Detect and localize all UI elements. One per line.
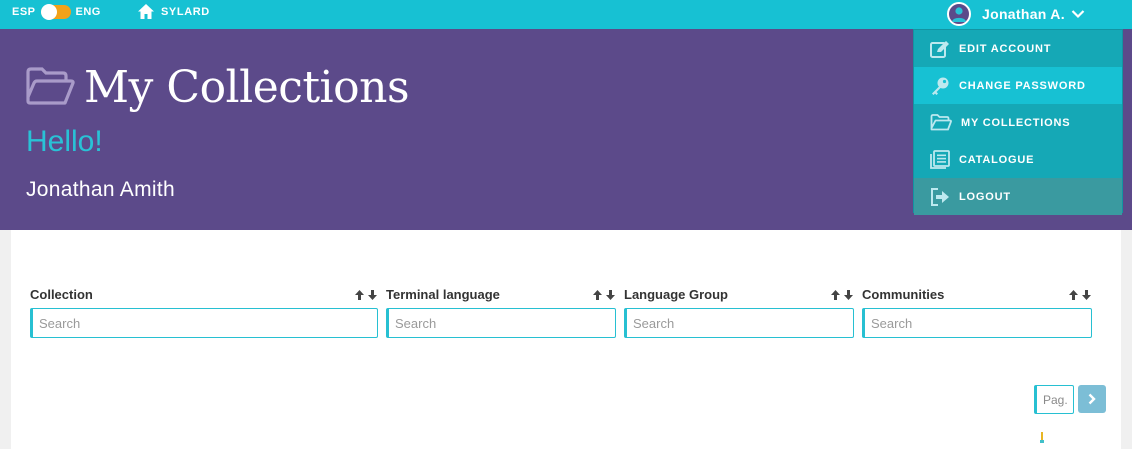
logout-icon <box>931 187 949 206</box>
sort-controls[interactable] <box>1068 289 1092 301</box>
greeting: Hello! <box>26 125 103 158</box>
column-language-group: Language Group <box>624 286 854 338</box>
folder-open-icon <box>26 67 75 105</box>
sort-down-icon[interactable] <box>367 289 378 301</box>
column-terminal-language: Terminal language <box>386 286 616 338</box>
user-name: Jonathan A. <box>982 6 1065 22</box>
sort-controls[interactable] <box>592 289 616 301</box>
chevron-right-icon <box>1088 393 1096 405</box>
next-page-button[interactable] <box>1078 385 1106 413</box>
home-label: SYLARD <box>161 5 210 18</box>
sort-down-icon[interactable] <box>843 289 854 301</box>
page-title: My Collections <box>84 62 410 113</box>
column-header: Communities <box>862 287 945 302</box>
sort-controls[interactable] <box>830 289 854 301</box>
sort-up-icon[interactable] <box>1068 289 1079 301</box>
toggle-knob <box>40 4 57 20</box>
menu-item-label: CATALOGUE <box>959 153 1035 166</box>
column-header: Terminal language <box>386 287 500 302</box>
chevron-down-icon <box>1071 10 1085 19</box>
top-bar: ESP ENG SYLARD Jonathan A. <box>0 0 1132 29</box>
page-number-input[interactable] <box>1034 385 1074 414</box>
edit-icon <box>930 40 949 58</box>
lang-eng-label[interactable]: ENG <box>76 6 101 18</box>
sort-up-icon[interactable] <box>592 289 603 301</box>
column-header: Collection <box>30 287 93 302</box>
user-dropdown-menu: EDIT ACCOUNT CHANGE PASSWORD MY COLLECTI… <box>913 29 1123 215</box>
home-link[interactable]: SYLARD <box>137 3 210 20</box>
communities-search-input[interactable] <box>862 308 1092 338</box>
column-header: Language Group <box>624 287 728 302</box>
home-icon <box>138 4 154 19</box>
language-group-search-input[interactable] <box>624 308 854 338</box>
user-full-name: Jonathan Amith <box>26 178 175 201</box>
avatar <box>947 2 971 26</box>
menu-item-edit-account[interactable]: EDIT ACCOUNT <box>914 30 1122 67</box>
menu-item-my-collections[interactable]: MY COLLECTIONS <box>914 104 1122 141</box>
menu-item-label: LOGOUT <box>959 190 1011 203</box>
language-switch[interactable]: ESP ENG <box>12 4 101 20</box>
loading-indicator-base <box>1040 440 1044 443</box>
catalogue-icon <box>930 150 950 169</box>
menu-item-label: CHANGE PASSWORD <box>959 79 1086 92</box>
collections-panel: Collection Terminal language Language Gr… <box>11 230 1121 449</box>
sort-down-icon[interactable] <box>1081 289 1092 301</box>
user-icon <box>952 7 966 22</box>
sort-up-icon[interactable] <box>354 289 365 301</box>
user-menu-toggle[interactable]: Jonathan A. <box>947 2 1085 26</box>
menu-item-label: MY COLLECTIONS <box>961 116 1071 129</box>
sort-controls[interactable] <box>354 289 378 301</box>
terminal-language-search-input[interactable] <box>386 308 616 338</box>
menu-item-change-password[interactable]: CHANGE PASSWORD <box>914 67 1122 104</box>
collection-search-input[interactable] <box>30 308 378 338</box>
menu-item-logout[interactable]: LOGOUT <box>914 178 1122 215</box>
folder-open-icon <box>930 114 952 131</box>
menu-item-label: EDIT ACCOUNT <box>959 42 1052 55</box>
sort-up-icon[interactable] <box>830 289 841 301</box>
sort-down-icon[interactable] <box>605 289 616 301</box>
key-icon <box>932 77 949 95</box>
menu-item-catalogue[interactable]: CATALOGUE <box>914 141 1122 178</box>
language-toggle[interactable] <box>40 4 71 20</box>
column-collection: Collection <box>30 286 378 338</box>
column-communities: Communities <box>862 286 1092 338</box>
lang-esp-label[interactable]: ESP <box>12 6 36 18</box>
